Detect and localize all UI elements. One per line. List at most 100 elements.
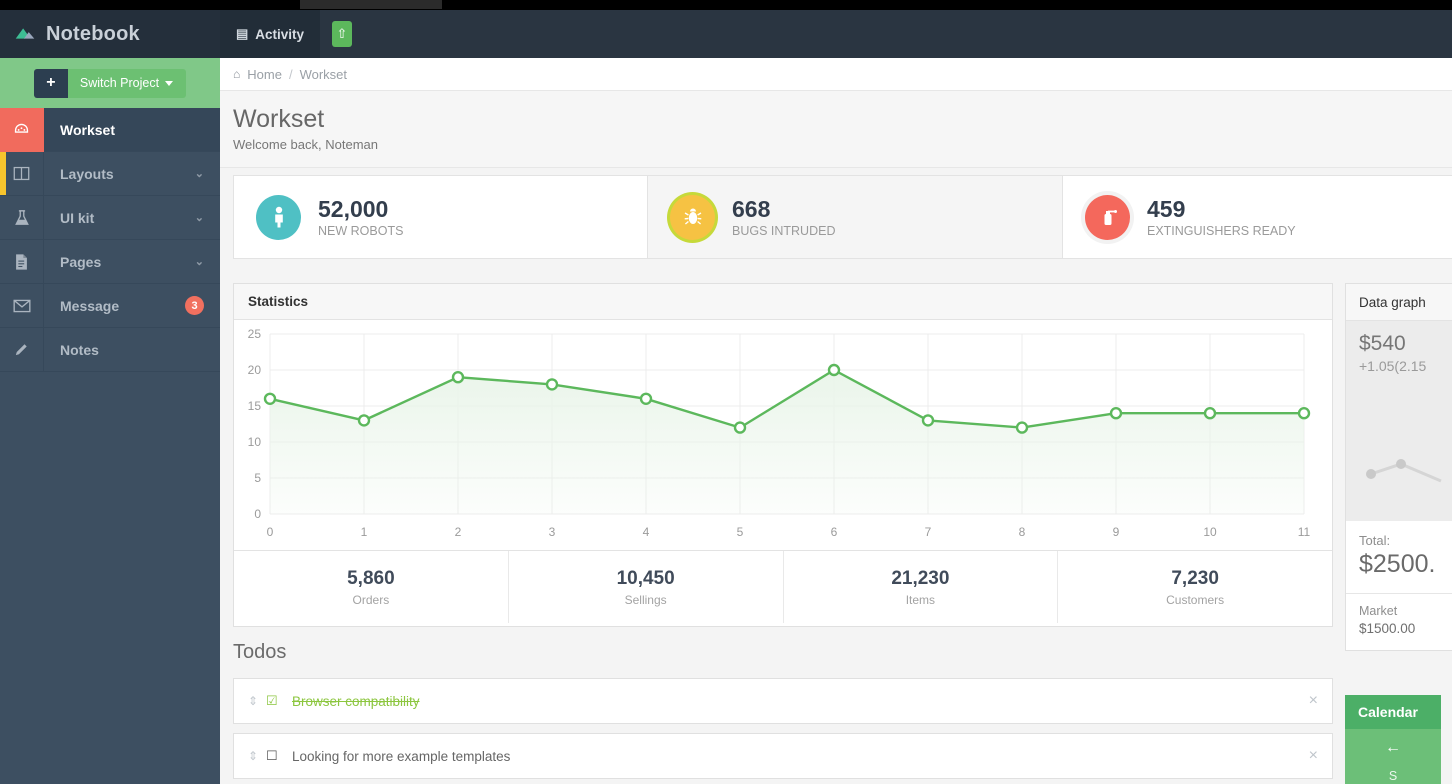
svg-text:0: 0 xyxy=(254,507,261,521)
calendar-title: Calendar xyxy=(1345,695,1441,729)
sidebar-item-message[interactable]: Message 3 xyxy=(0,284,220,328)
quote-change: +1.05(2.15 xyxy=(1359,358,1452,374)
svg-text:10: 10 xyxy=(248,435,262,449)
svg-text:20: 20 xyxy=(248,363,262,377)
todo-item[interactable]: ⇕ ☐ Looking for more example templates × xyxy=(233,733,1333,779)
mini-stat-label: Customers xyxy=(1166,593,1224,607)
sidebar-item-label: Pages xyxy=(44,254,195,270)
app-root: Notebook ▤ Activity ⇧ + Switch Project W… xyxy=(0,0,1452,784)
svg-text:8: 8 xyxy=(1019,525,1026,539)
arrow-up-icon: ⇧ xyxy=(332,21,352,47)
cloud-logo-icon xyxy=(12,21,38,47)
breadcrumb-separator: / xyxy=(289,67,293,82)
data-graph-panel: Data graph $540 +1.05(2.15 Total: $2500.… xyxy=(1345,283,1452,651)
flask-icon xyxy=(0,196,44,240)
mini-stat-customers: 7,230 Customers xyxy=(1058,551,1332,623)
svg-text:0: 0 xyxy=(267,525,274,539)
list-icon: ▤ xyxy=(236,26,248,42)
main-content: ⌂ Home / Workset Workset Welcome back, N… xyxy=(220,58,1452,784)
stat-card-bugs-intruded[interactable]: 668 BUGS INTRUDED xyxy=(648,175,1063,259)
bug-icon xyxy=(670,195,715,240)
switch-project-label: Switch Project xyxy=(80,76,159,90)
tab-activity[interactable]: ▤ Activity xyxy=(220,10,320,58)
browser-top-strip xyxy=(0,0,1452,10)
mini-stat-label: Items xyxy=(906,593,935,607)
page-title: Workset xyxy=(233,105,1452,134)
sidebar-item-label: Message xyxy=(44,298,185,314)
sidebar-item-ui-kit[interactable]: UI kit ⌄ xyxy=(0,196,220,240)
statistics-panel: Statistics 051015202501234567891011 5,86… xyxy=(233,283,1333,627)
unchecked-box-icon[interactable]: ☐ xyxy=(266,748,292,764)
sidebar-item-label: Layouts xyxy=(44,166,195,182)
calendar-body: ← S 1 8 xyxy=(1345,729,1441,784)
sidebar-item-pages[interactable]: Pages ⌄ xyxy=(0,240,220,284)
mini-stat-value: 21,230 xyxy=(891,568,949,590)
mini-stat-value: 5,860 xyxy=(347,568,395,590)
pencil-icon xyxy=(0,328,44,372)
svg-text:5: 5 xyxy=(737,525,744,539)
breadcrumb-home[interactable]: Home xyxy=(247,67,282,82)
market-label: Market xyxy=(1359,604,1452,618)
svg-text:6: 6 xyxy=(831,525,838,539)
drag-handle-icon[interactable]: ⇕ xyxy=(248,694,266,708)
data-graph-title: Data graph xyxy=(1346,284,1452,321)
svg-text:2: 2 xyxy=(455,525,462,539)
arrow-left-icon[interactable]: ← xyxy=(1345,739,1441,757)
file-icon xyxy=(0,240,44,284)
stat-card-new-robots[interactable]: 52,000 NEW ROBOTS xyxy=(233,175,648,259)
page-subtitle: Welcome back, Noteman xyxy=(233,137,1452,152)
svg-text:7: 7 xyxy=(925,525,932,539)
dashboard-icon xyxy=(0,108,44,152)
chevron-down-icon xyxy=(165,81,173,86)
checked-box-icon[interactable]: ☑ xyxy=(266,693,292,709)
todo-text: Looking for more example templates xyxy=(292,749,1309,764)
plus-icon[interactable]: + xyxy=(34,69,68,98)
brand[interactable]: Notebook xyxy=(0,10,220,58)
stat-label: EXTINGUISHERS READY xyxy=(1147,224,1296,238)
home-icon: ⌂ xyxy=(233,67,240,81)
right-rail: Data graph $540 +1.05(2.15 Total: $2500.… xyxy=(1345,283,1452,784)
columns-icon xyxy=(0,152,44,196)
svg-text:11: 11 xyxy=(1298,525,1311,539)
svg-text:1: 1 xyxy=(361,525,368,539)
sidebar-item-notes[interactable]: Notes xyxy=(0,328,220,372)
stat-card-text: 52,000 NEW ROBOTS xyxy=(318,197,403,238)
mini-stat-value: 10,450 xyxy=(617,568,675,590)
sidebar-item-layouts[interactable]: Layouts ⌄ xyxy=(0,152,220,196)
drag-handle-icon[interactable]: ⇕ xyxy=(248,749,266,763)
panel-title: Statistics xyxy=(248,294,308,309)
page-header: Workset Welcome back, Noteman xyxy=(220,91,1452,168)
todo-item[interactable]: ⇕ ☑ Browser compatibility × xyxy=(233,678,1333,724)
data-graph-quote: $540 +1.05(2.15 xyxy=(1346,321,1452,521)
sidebar-accent-bar xyxy=(0,152,6,195)
quote-price: $540 xyxy=(1359,332,1452,356)
svg-text:9: 9 xyxy=(1113,525,1120,539)
switch-project-label-wrap[interactable]: Switch Project xyxy=(68,69,186,98)
todo-text: Browser compatibility xyxy=(292,694,1309,709)
stat-card-extinguishers-ready[interactable]: 459 EXTINGUISHERS READY xyxy=(1063,175,1452,259)
svg-text:3: 3 xyxy=(549,525,556,539)
line-area-chart: 051015202501234567891011 xyxy=(234,320,1332,550)
mini-stat-items: 21,230 Items xyxy=(784,551,1059,623)
sidebar-item-label: Notes xyxy=(44,342,220,358)
close-icon[interactable]: × xyxy=(1309,747,1318,765)
person-icon xyxy=(256,195,301,240)
sidebar-item-workset[interactable]: Workset xyxy=(0,108,220,152)
close-icon[interactable]: × xyxy=(1309,692,1318,710)
statistics-chart[interactable]: 051015202501234567891011 xyxy=(234,320,1332,550)
total-label: Total: xyxy=(1359,533,1452,548)
message-badge-count: 3 xyxy=(185,296,204,315)
calendar-dow: S xyxy=(1345,769,1441,783)
stat-label: BUGS INTRUDED xyxy=(732,224,835,238)
mini-stats-row: 5,860 Orders 10,450 Sellings 21,230 Item… xyxy=(234,550,1332,623)
todos-title: Todos xyxy=(233,641,286,664)
envelope-icon xyxy=(0,284,44,328)
switch-project-button[interactable]: + Switch Project xyxy=(34,69,186,98)
svg-text:15: 15 xyxy=(248,399,262,413)
stat-value: 52,000 xyxy=(318,196,388,222)
chevron-down-icon: ⌄ xyxy=(195,255,204,268)
statistics-panel-header: Statistics xyxy=(234,284,1332,320)
breadcrumb: ⌂ Home / Workset xyxy=(220,58,1452,91)
top-strip-segment xyxy=(300,0,442,9)
upload-badge-button[interactable]: ⇧ xyxy=(310,10,374,58)
